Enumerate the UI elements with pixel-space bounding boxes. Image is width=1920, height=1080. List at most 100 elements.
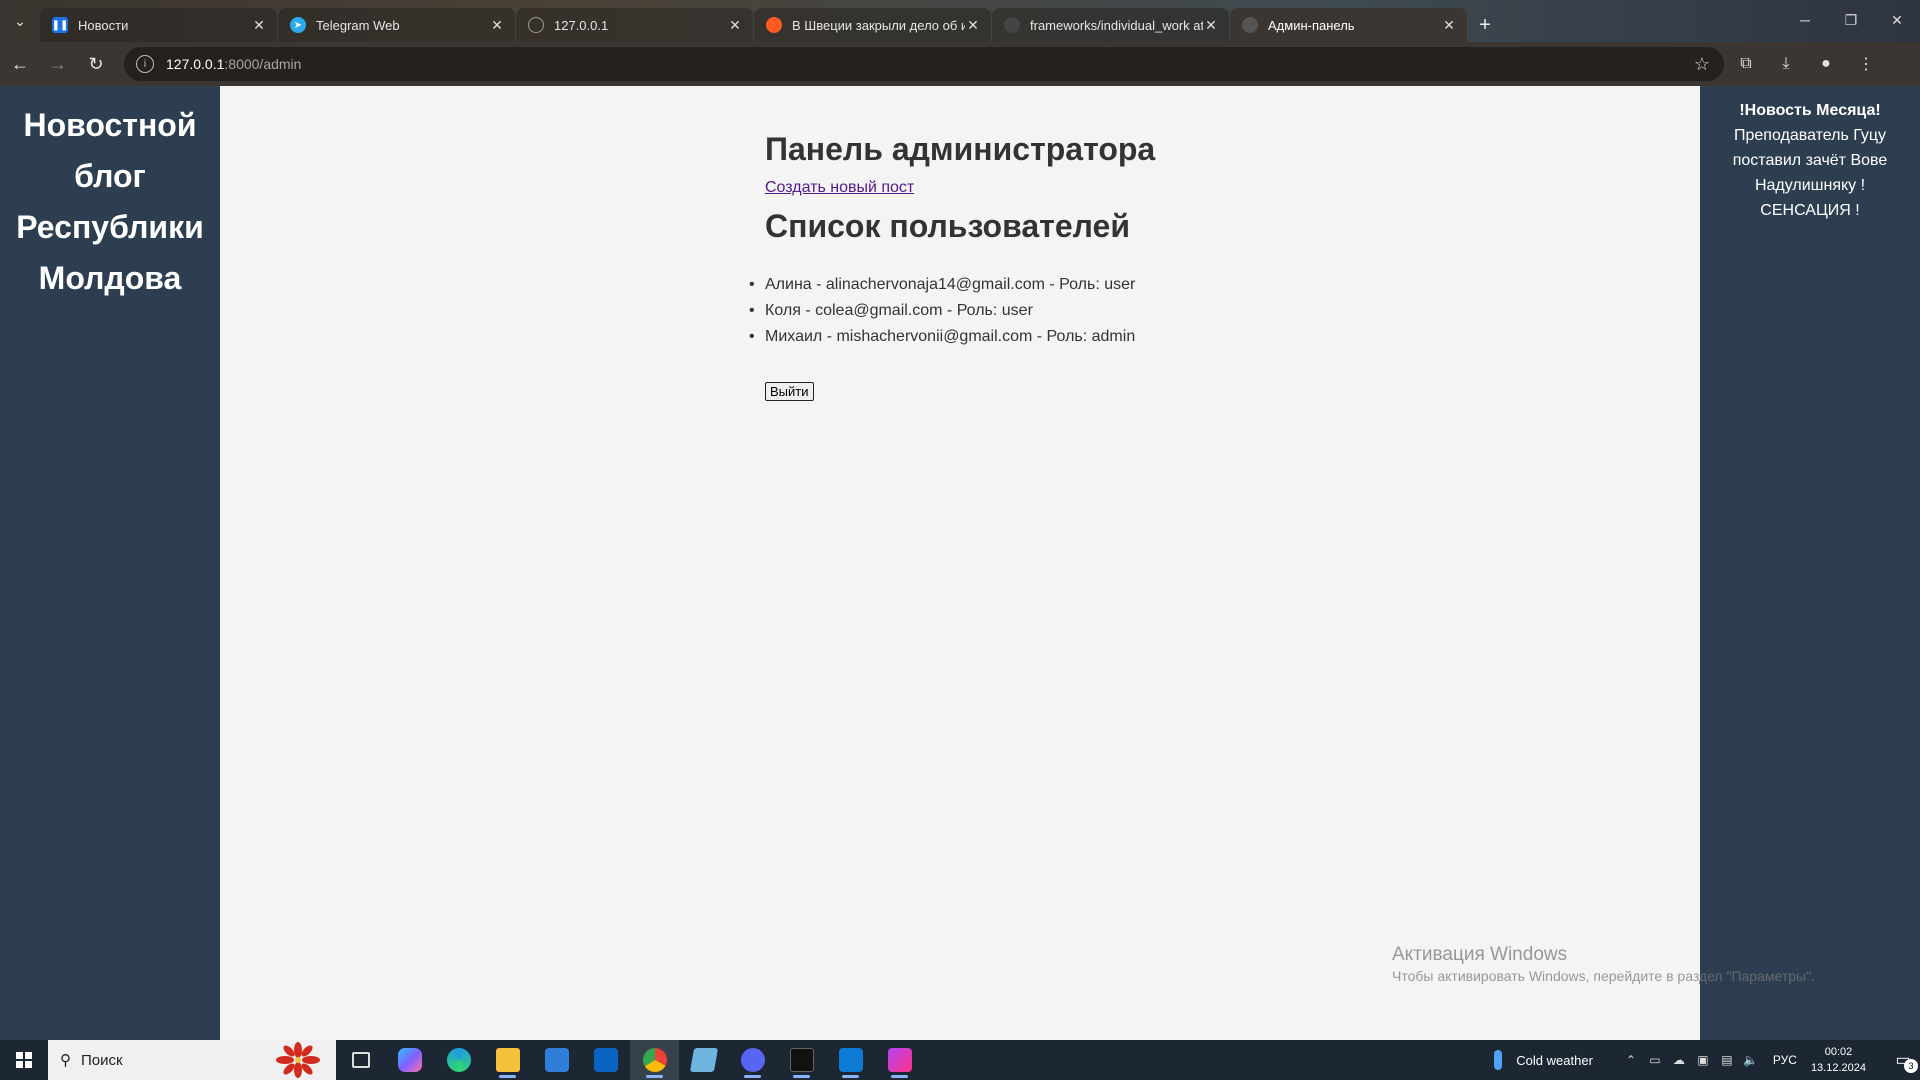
copilot-icon[interactable] <box>385 1040 434 1080</box>
page-title: Панель администратора <box>765 131 1156 167</box>
vscode-icon[interactable] <box>826 1040 875 1080</box>
site-title-line: блог <box>74 158 146 194</box>
clock-time: 00:02 <box>1824 1046 1853 1058</box>
web-page: Новостной блог Республики Молдова Панель… <box>0 86 1920 1040</box>
logout-button[interactable]: Выйти <box>765 382 814 402</box>
window-controls: ─ ❐ ✕ <box>1782 0 1920 40</box>
task-view-icon[interactable] <box>336 1040 385 1080</box>
browser-toolbar: ← → ↻ i 127.0.0.1:8000/admin ☆ ⧉ ⤓ ● ⋮ <box>0 42 1920 86</box>
system-tray: Cold weather ⌃ ▭ ☁ ▣ ▤ 🔈 РУС 00:02 13.12… <box>1494 1040 1920 1080</box>
download-icon[interactable]: ⤓ <box>1768 46 1804 82</box>
meet-icon[interactable]: ▭ <box>1643 1053 1667 1067</box>
tab-title: Telegram Web <box>316 17 400 33</box>
site-title-line: Новостной <box>23 107 197 143</box>
github-icon <box>1004 17 1020 33</box>
tab-search-chevron-icon[interactable]: ⌄ <box>0 0 40 42</box>
input-language[interactable]: РУС <box>1773 1053 1797 1067</box>
tab-1[interactable]: ➤ Telegram Web ✕ <box>278 8 516 42</box>
chevron-up-icon[interactable]: ⌃ <box>1619 1053 1643 1067</box>
chrome-icon[interactable] <box>630 1040 679 1080</box>
thermometer-icon <box>1494 1050 1503 1070</box>
reload-icon[interactable]: ↻ <box>78 46 114 82</box>
user-list-item: Алина - alinachervonaja14@gmail.com - Ро… <box>749 272 1365 298</box>
profile-avatar-icon[interactable]: ● <box>1808 46 1844 82</box>
windows-activation-watermark: Активация Windows Чтобы активировать Win… <box>1392 944 1815 984</box>
notification-center-icon[interactable]: ▭ 3 <box>1886 1045 1920 1075</box>
tab-title: В Швеции закрыли дело об и <box>792 17 965 33</box>
close-icon[interactable]: ✕ <box>251 17 267 34</box>
weather-text: Cold weather <box>1516 1052 1593 1068</box>
tab-3[interactable]: В Швеции закрыли дело об и ✕ <box>754 8 992 42</box>
site-title: Новостной блог Республики Молдова <box>0 100 220 304</box>
taskbar-search[interactable]: ⚲ Поиск <box>48 1040 336 1080</box>
start-button[interactable] <box>0 1040 48 1080</box>
tab-title: Новости <box>78 17 129 33</box>
close-icon[interactable]: ✕ <box>965 17 981 34</box>
tab-0[interactable]: ❚❚ Новости ✕ <box>40 8 278 42</box>
close-icon[interactable]: ✕ <box>727 17 743 34</box>
news-orange-icon <box>766 17 782 33</box>
main-content: Панель администратора Создать новый пост… <box>220 86 1700 1040</box>
users-heading: Список пользователей <box>765 208 1130 245</box>
discord-icon[interactable] <box>728 1040 777 1080</box>
site-info-icon[interactable]: i <box>136 55 154 73</box>
site-title-line: Молдова <box>38 260 182 296</box>
url-path: :8000/admin <box>224 56 302 72</box>
clock-date: 13.12.2024 <box>1810 1062 1866 1074</box>
new-tab-button[interactable]: + <box>1468 8 1502 42</box>
menu-kebab-icon[interactable]: ⋮ <box>1848 46 1884 82</box>
tab-title: Админ-панель <box>1268 17 1355 33</box>
page-icon <box>1242 17 1258 33</box>
onedrive-icon[interactable]: ☁ <box>1667 1053 1691 1067</box>
poinsettia-icon <box>276 1042 320 1078</box>
telegram-icon: ➤ <box>290 17 306 33</box>
restore-icon[interactable]: ❐ <box>1828 0 1874 40</box>
activation-subtitle: Чтобы активировать Windows, перейдите в … <box>1392 968 1815 984</box>
edge-icon[interactable] <box>434 1040 483 1080</box>
taskbar: ⚲ Поиск Cold weather ⌃ ▭ ☁ ▣ ▤ 🔈 РУС 00:… <box>0 1040 1920 1080</box>
close-icon[interactable]: ✕ <box>1203 17 1219 34</box>
terminal-icon[interactable] <box>777 1040 826 1080</box>
close-icon[interactable]: ✕ <box>1441 17 1457 34</box>
url-host: 127.0.0.1 <box>166 56 225 72</box>
news-text: Преподаватель Гуцу поставил зачёт Вове Н… <box>1732 127 1888 219</box>
activation-title: Активация Windows <box>1392 944 1568 965</box>
bookmark-star-icon[interactable]: ☆ <box>1694 54 1710 75</box>
file-explorer-icon[interactable] <box>483 1040 532 1080</box>
tab-title: 127.0.0.1 <box>554 17 609 33</box>
weather-widget[interactable]: Cold weather <box>1494 1050 1593 1070</box>
notepad-icon[interactable] <box>679 1040 728 1080</box>
back-arrow-icon[interactable]: ← <box>2 46 38 82</box>
tab-5[interactable]: Админ-панель ✕ <box>1230 8 1468 42</box>
right-sidebar: !Новость Месяца! Преподаватель Гуцу пост… <box>1700 86 1920 1040</box>
volume-icon[interactable]: 🔈 <box>1739 1053 1763 1067</box>
tab-strip: ⌄ ❚❚ Новости ✕ ➤ Telegram Web ✕ 127.0.0.… <box>0 0 1920 42</box>
phpstorm-icon[interactable] <box>875 1040 924 1080</box>
notification-badge: 3 <box>1904 1059 1918 1073</box>
user-list-item: Коля - colea@gmail.com - Роль: user <box>749 298 1365 324</box>
close-icon[interactable]: ✕ <box>489 17 505 34</box>
tray-app-icon[interactable]: ▣ <box>1691 1053 1715 1067</box>
users-list: Алина - alinachervonaja14@gmail.com - Ро… <box>749 272 1365 350</box>
forward-arrow-icon[interactable]: → <box>40 46 76 82</box>
clock[interactable]: 00:02 13.12.2024 <box>1811 1044 1866 1076</box>
close-window-icon[interactable]: ✕ <box>1874 0 1920 40</box>
user-list-item: Михаил - mishachervonii@gmail.com - Роль… <box>749 324 1365 350</box>
outlook-icon[interactable] <box>581 1040 630 1080</box>
address-bar[interactable]: i 127.0.0.1:8000/admin ☆ <box>124 47 1724 81</box>
left-sidebar: Новостной блог Республики Молдова <box>0 86 220 1040</box>
tab-4[interactable]: frameworks/individual_work at ✕ <box>992 8 1230 42</box>
globe-icon <box>528 17 544 33</box>
tab-2[interactable]: 127.0.0.1 ✕ <box>516 8 754 42</box>
pause-news-icon: ❚❚ <box>52 17 68 33</box>
tab-title: frameworks/individual_work at <box>1030 17 1203 33</box>
windows-logo-icon <box>16 1052 32 1068</box>
minimize-icon[interactable]: ─ <box>1782 0 1828 40</box>
store-icon[interactable] <box>532 1040 581 1080</box>
search-placeholder: Поиск <box>81 1051 123 1069</box>
admin-panel: Панель администратора Создать новый пост… <box>749 131 1365 402</box>
extensions-icon[interactable]: ⧉ <box>1728 46 1764 82</box>
create-post-link[interactable]: Создать новый пост <box>765 179 914 197</box>
site-title-line: Республики <box>16 209 204 245</box>
network-icon[interactable]: ▤ <box>1715 1053 1739 1067</box>
